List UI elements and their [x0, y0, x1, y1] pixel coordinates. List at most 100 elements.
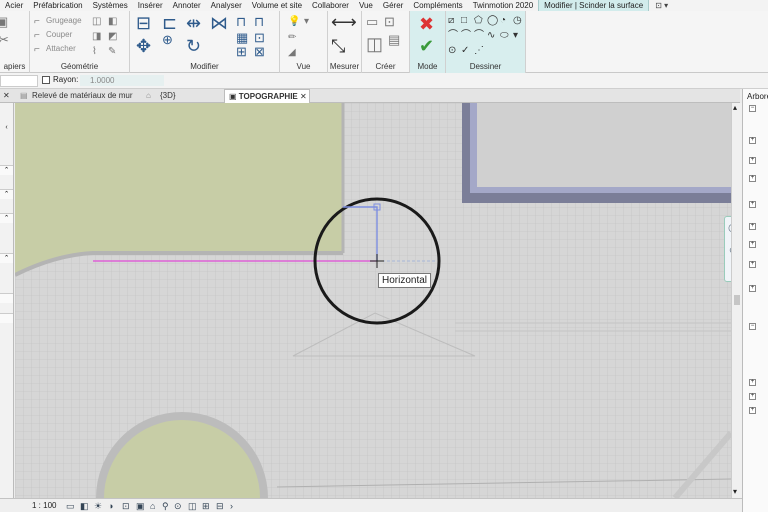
properties-row[interactable] — [0, 313, 13, 323]
rotate-icon[interactable]: ↻ — [186, 37, 201, 55]
constraints-icon[interactable]: ⊟ — [216, 501, 224, 512]
arc-center-icon[interactable]: ◔ — [500, 14, 506, 27]
view-tab-topographie[interactable]: ▣ TOPOGRAPHIE ✕ — [224, 89, 310, 103]
arc-3pt-icon[interactable]: ⌒ — [448, 29, 458, 42]
cut-icon[interactable]: ⌐ — [34, 29, 40, 42]
spline-icon[interactable]: ∿ — [487, 29, 495, 42]
visual-style-icon[interactable]: ◧ — [80, 501, 89, 512]
line-tool-icon[interactable]: ⧄ — [448, 14, 454, 27]
shadows-icon[interactable]: ◑ — [108, 501, 113, 511]
measure-icon[interactable]: ⟷ — [331, 13, 357, 31]
analytical-model-icon[interactable]: ◫ — [188, 501, 197, 512]
cope-icon[interactable]: ⌐ — [34, 15, 40, 28]
unpin-icon[interactable]: ◢ — [288, 46, 296, 59]
remove-paint-icon[interactable]: ✎ — [108, 45, 116, 58]
options-modify-field[interactable] — [0, 75, 38, 87]
finish-edit-icon[interactable]: ✔ — [419, 37, 434, 55]
tab-vue[interactable]: Vue — [354, 0, 378, 11]
create-group-icon[interactable]: ▭ — [366, 15, 378, 28]
view-control-more-icon[interactable]: › — [230, 501, 233, 511]
browser-expand-icon[interactable]: + — [749, 175, 756, 182]
fillet-arc-icon[interactable]: ⌒ — [474, 29, 484, 42]
pick-faces-icon[interactable]: ⋰ — [474, 44, 484, 57]
vertical-scrollbar[interactable]: ▴ ▾ — [731, 103, 742, 498]
paste-icon[interactable]: ▣ — [0, 15, 8, 28]
tab-inserer[interactable]: Insérer — [133, 0, 168, 11]
ribbon-options-icon[interactable]: ⊡ ▾ — [655, 1, 668, 10]
tab-twinmotion[interactable]: Twinmotion 2020 — [468, 0, 538, 11]
scale-icon[interactable]: ⊡ — [254, 31, 265, 44]
pick-lines-icon[interactable]: ⊙ — [448, 44, 456, 57]
tab-gerer[interactable]: Gérer — [378, 0, 408, 11]
tab-analyser[interactable]: Analyser — [206, 0, 247, 11]
tab-prefabrication[interactable]: Préfabrication — [28, 0, 87, 11]
dimension-icon[interactable]: ⤡ — [331, 37, 345, 55]
browser-expand-icon[interactable]: − — [749, 323, 756, 330]
tab-complements[interactable]: Compléments — [408, 0, 467, 11]
browser-expand-icon[interactable]: + — [749, 157, 756, 164]
split-element-icon[interactable]: ⊓ — [236, 15, 246, 28]
offset-icon[interactable]: ⊏ — [162, 14, 177, 32]
temp-hide-icon[interactable]: ⚲ — [162, 501, 169, 512]
close-tab-icon[interactable]: ✕ — [3, 89, 10, 103]
create-similar-icon[interactable]: ◫ — [366, 35, 383, 53]
browser-expand-icon[interactable]: + — [749, 223, 756, 230]
wall-join-icon[interactable]: ◨ — [92, 30, 101, 43]
join-icon[interactable]: ⌐ — [34, 43, 40, 56]
show-crop-icon[interactable]: ▣ — [136, 501, 145, 512]
split-gap-icon[interactable]: ⊓ — [254, 15, 264, 28]
topography-view[interactable] — [15, 103, 731, 498]
crop-view-icon[interactable]: ⊡ — [122, 501, 130, 512]
browser-expand-icon[interactable]: + — [749, 137, 756, 144]
view-tab-3d[interactable]: {3D} — [160, 89, 176, 103]
tab-acier[interactable]: Acier — [0, 0, 28, 11]
reveal-hidden-icon[interactable]: ⊙ — [174, 501, 182, 512]
cancel-edit-icon[interactable]: ✖ — [419, 15, 434, 33]
pick-walls-icon[interactable]: ✓ — [461, 44, 469, 57]
join-geometry-icon[interactable]: ◫ — [92, 15, 101, 28]
hide-icon[interactable]: 💡 — [288, 15, 300, 28]
sun-path-icon[interactable]: ☀ — [94, 501, 102, 512]
grugeage-button[interactable]: Grugeage — [46, 16, 82, 25]
browser-expand-icon[interactable]: + — [749, 407, 756, 414]
copy-icon[interactable]: ⊕ — [162, 33, 173, 46]
move-icon[interactable]: ✥ — [136, 37, 151, 55]
browser-expand-icon[interactable]: + — [749, 285, 756, 292]
arc-start-icon[interactable]: ⌒ — [461, 29, 471, 42]
pin-icon[interactable]: ✏ — [288, 31, 296, 44]
rayon-checkbox[interactable] — [42, 75, 50, 84]
paint-icon[interactable]: ◩ — [108, 30, 117, 43]
properties-row[interactable]: ⌃ — [0, 213, 13, 223]
drawing-canvas[interactable]: ◎ ⊕ ▾ — [15, 103, 731, 498]
demolish-icon[interactable]: ⌇ — [92, 45, 97, 58]
align-icon[interactable]: ⊟ — [136, 14, 151, 32]
browser-expand-icon[interactable]: + — [749, 241, 756, 248]
polygon-tool-icon[interactable]: ⬠ — [474, 14, 483, 27]
couper-button[interactable]: Couper — [46, 30, 72, 39]
attacher-button[interactable]: Attacher — [46, 44, 76, 53]
partial-ellipse-icon[interactable]: ▾ — [513, 29, 518, 42]
arc-tangent-icon[interactable]: ◷ — [513, 14, 522, 27]
tab-modifier-scinder-surface[interactable]: Modifier | Scinder la surface — [538, 0, 650, 11]
browser-expand-icon[interactable]: + — [749, 393, 756, 400]
array-icon[interactable]: ▦ — [236, 31, 248, 44]
trim-icon[interactable]: ⊞ — [236, 45, 247, 58]
view-scale[interactable]: 1 : 100 — [32, 501, 56, 510]
circle-tool-icon[interactable]: ◯ — [487, 14, 498, 27]
ellipse-icon[interactable]: ⬭ — [500, 29, 509, 42]
tab-volume-et-site[interactable]: Volume et site — [247, 0, 307, 11]
navigation-bar[interactable]: ◎ ⊕ ▾ — [724, 216, 731, 282]
highlight-displacement-icon[interactable]: ⊞ — [202, 501, 210, 512]
properties-row[interactable]: ⌃ — [0, 253, 13, 263]
browser-expand-icon[interactable]: + — [749, 201, 756, 208]
rectangle-tool-icon[interactable]: □ — [461, 14, 467, 27]
browser-expand-icon[interactable]: + — [749, 261, 756, 268]
tab-annoter[interactable]: Annoter — [168, 0, 206, 11]
properties-row[interactable]: ⌃ — [0, 189, 13, 199]
tab-systemes[interactable]: Systèmes — [88, 0, 133, 11]
mirror-axis-icon[interactable]: ⇹ — [186, 14, 201, 32]
override-icon[interactable]: ▾ — [304, 15, 309, 28]
close-active-tab-icon[interactable]: ✕ — [298, 92, 307, 101]
clipboard-icon[interactable]: ✂ — [0, 33, 9, 46]
browser-expand-icon[interactable]: + — [749, 379, 756, 386]
